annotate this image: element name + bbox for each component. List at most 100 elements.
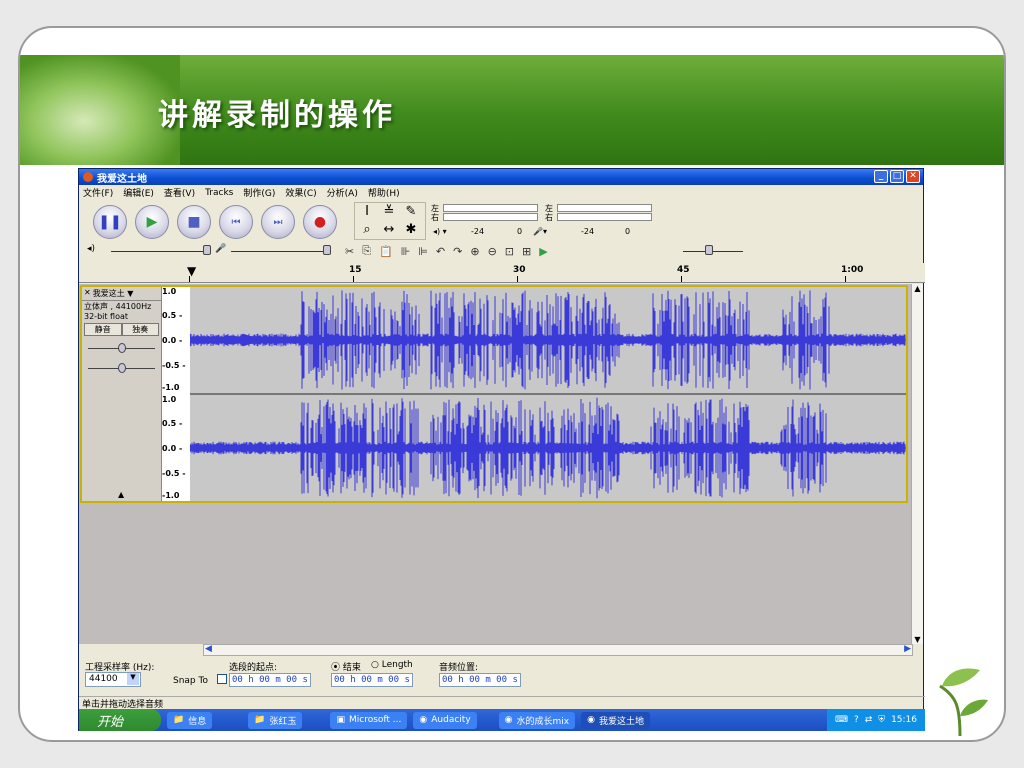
timeshift-tool-icon[interactable]: ↔ — [379, 222, 399, 238]
zoom-out-icon[interactable]: ⊖ — [488, 245, 497, 258]
pan-slider[interactable] — [82, 358, 161, 378]
meter-db-2: -24 — [581, 227, 595, 236]
shield-icon[interactable]: ⛨ — [878, 715, 885, 725]
selection-end-time[interactable]: 00 h 00 m 00 s — [331, 673, 413, 687]
paste-icon[interactable]: 📋 — [379, 245, 393, 258]
rate-select[interactable]: 44100 ▼ — [85, 672, 141, 687]
start-button[interactable]: 开始 — [79, 709, 161, 731]
meter-db-1: -24 — [471, 227, 485, 236]
track-name-menu[interactable]: ✕ 我爱这土 ▼ — [82, 287, 161, 301]
zoom-in-icon[interactable]: ⊕ — [470, 245, 479, 258]
menu-effect[interactable]: 效果(C) — [285, 186, 316, 199]
play-speed-thumb[interactable] — [705, 245, 713, 255]
stop-button[interactable]: ■ — [177, 205, 211, 239]
seedling-image — [20, 55, 180, 165]
solo-button[interactable]: 独奏 — [121, 323, 159, 336]
undo-icon[interactable]: ↶ — [436, 245, 445, 258]
vertical-scrollbar[interactable]: ▲ ▼ — [911, 284, 923, 644]
scroll-down-icon[interactable]: ▼ — [912, 635, 923, 644]
waveform-right[interactable] — [190, 395, 906, 501]
output-volume-thumb[interactable] — [203, 245, 211, 255]
play-at-speed-icon[interactable]: ▶ — [539, 245, 547, 258]
maximize-button[interactable]: □ — [890, 170, 904, 183]
waveform-left[interactable] — [190, 287, 906, 393]
stop-icon: ■ — [187, 214, 201, 230]
taskbar-item[interactable]: ◉ 水的成长mix — [498, 711, 576, 729]
copy-icon[interactable]: ⎘ — [362, 244, 371, 258]
playback-meter-right — [443, 213, 538, 221]
keyboard-icon[interactable]: ⌨ — [835, 715, 848, 725]
track-name[interactable]: 我爱这土 ▼ — [93, 288, 134, 299]
input-volume-thumb[interactable] — [323, 245, 331, 255]
help-icon[interactable]: ? — [854, 715, 859, 725]
menu-edit[interactable]: 编辑(E) — [123, 186, 154, 199]
trim-icon[interactable]: ⊪ — [401, 245, 411, 258]
cut-icon[interactable]: ✂ — [345, 245, 354, 258]
menu-help[interactable]: 帮助(H) — [368, 186, 400, 199]
skip-end-button[interactable]: ⏭ — [261, 205, 295, 239]
taskbar-item-active[interactable]: ◉ 我爱这土地 — [581, 711, 650, 729]
fit-selection-icon[interactable]: ⊡ — [505, 245, 514, 258]
horizontal-scrollbar[interactable]: ◀ ▶ — [203, 644, 913, 656]
pause-button[interactable]: ❚❚ — [93, 205, 127, 239]
taskbar-item[interactable]: ▣ Microsoft ... — [330, 711, 408, 729]
play-speed-slider[interactable] — [683, 251, 743, 252]
gain-slider[interactable] — [82, 338, 161, 358]
window-titlebar[interactable]: 我爱这土地 _ □ ✕ — [79, 169, 923, 185]
scroll-right-icon[interactable]: ▶ — [904, 644, 911, 654]
taskbar-item[interactable]: 📁 张红玉 — [248, 711, 303, 729]
record-button[interactable]: ● — [303, 205, 337, 239]
scroll-up-icon[interactable]: ▲ — [912, 284, 923, 293]
record-meter-left — [557, 204, 652, 212]
select-tool-icon[interactable]: I — [357, 204, 377, 220]
minimize-button[interactable]: _ — [874, 170, 888, 183]
scale-label: 0.0 - — [162, 444, 183, 453]
close-button[interactable]: ✕ — [906, 170, 920, 183]
record-meter-right — [557, 213, 652, 221]
menu-generate[interactable]: 制作(G) — [243, 186, 275, 199]
toolbars: ❚❚ ▶ ■ ⏮ ⏭ ● I ≚ ✎ ⌕ ↔ ✱ 左 右 左 右 ◂) ▾ -2… — [79, 200, 925, 260]
skip-start-button[interactable]: ⏮ — [219, 205, 253, 239]
length-radio[interactable]: ○ Length — [371, 660, 413, 670]
plant-decoration — [939, 668, 988, 736]
output-volume-slider[interactable] — [111, 251, 207, 252]
ruler-label: 15 — [349, 265, 362, 275]
snap-to-label: Snap To — [173, 676, 208, 686]
network-icon[interactable]: ⇄ — [865, 715, 873, 725]
folder-icon: 📁 — [173, 715, 185, 725]
draw-tool-icon[interactable]: ✎ — [401, 204, 421, 220]
slide-title: 讲解录制的操作 — [158, 98, 396, 133]
waveform-left-svg — [190, 290, 906, 390]
snap-to-checkbox[interactable] — [217, 674, 227, 684]
microphone-icon[interactable]: 🎤▾ — [533, 227, 547, 236]
menu-file[interactable]: 文件(F) — [83, 186, 113, 199]
meter-right-label: 右 — [431, 213, 439, 222]
menu-analyze[interactable]: 分析(A) — [327, 186, 358, 199]
scale-label: 0.5 - — [162, 311, 183, 320]
zoom-tool-icon[interactable]: ⌕ — [357, 222, 377, 238]
redo-icon[interactable]: ↷ — [453, 245, 462, 258]
mixer-toolbar: ◂) 🎤 ✂ ⎘ 📋 ⊪ ⊫ ↶ ↷ ⊕ ⊖ ⊡ ⊞ ▶ — [79, 242, 925, 260]
clock: 15:16 — [891, 715, 917, 725]
multi-tool-icon[interactable]: ✱ — [401, 222, 421, 238]
selection-start-time[interactable]: 00 h 00 m 00 s — [229, 673, 311, 687]
end-radio[interactable]: ⦿ 结束 — [331, 660, 361, 673]
scroll-left-icon[interactable]: ◀ — [205, 644, 212, 654]
chevron-down-icon[interactable]: ▼ — [127, 673, 139, 685]
track-close-icon[interactable]: ✕ — [84, 288, 91, 299]
play-button[interactable]: ▶ — [135, 205, 169, 239]
mute-button[interactable]: 静音 — [84, 323, 122, 336]
taskbar-item[interactable]: 📁 信息 — [167, 711, 213, 729]
audio-position-time[interactable]: 00 h 00 m 00 s — [439, 673, 521, 687]
menu-tracks[interactable]: Tracks — [205, 188, 233, 198]
taskbar-item[interactable]: ◉ Audacity — [413, 711, 477, 729]
menu-view[interactable]: 查看(V) — [164, 186, 195, 199]
collapse-icon[interactable]: ▲ — [118, 490, 124, 499]
silence-icon[interactable]: ⊫ — [418, 245, 428, 258]
input-volume-slider[interactable] — [231, 251, 327, 252]
envelope-tool-icon[interactable]: ≚ — [379, 204, 399, 220]
timeline-ruler[interactable]: ▼ 15 30 45 1:00 — [79, 263, 925, 283]
audio-track[interactable]: ✕ 我爱这土 ▼ 立体声 , 44100Hz 32-bit float 静音 独… — [80, 285, 908, 503]
fit-project-icon[interactable]: ⊞ — [522, 245, 531, 258]
speaker-icon[interactable]: ◂) ▾ — [433, 227, 447, 236]
